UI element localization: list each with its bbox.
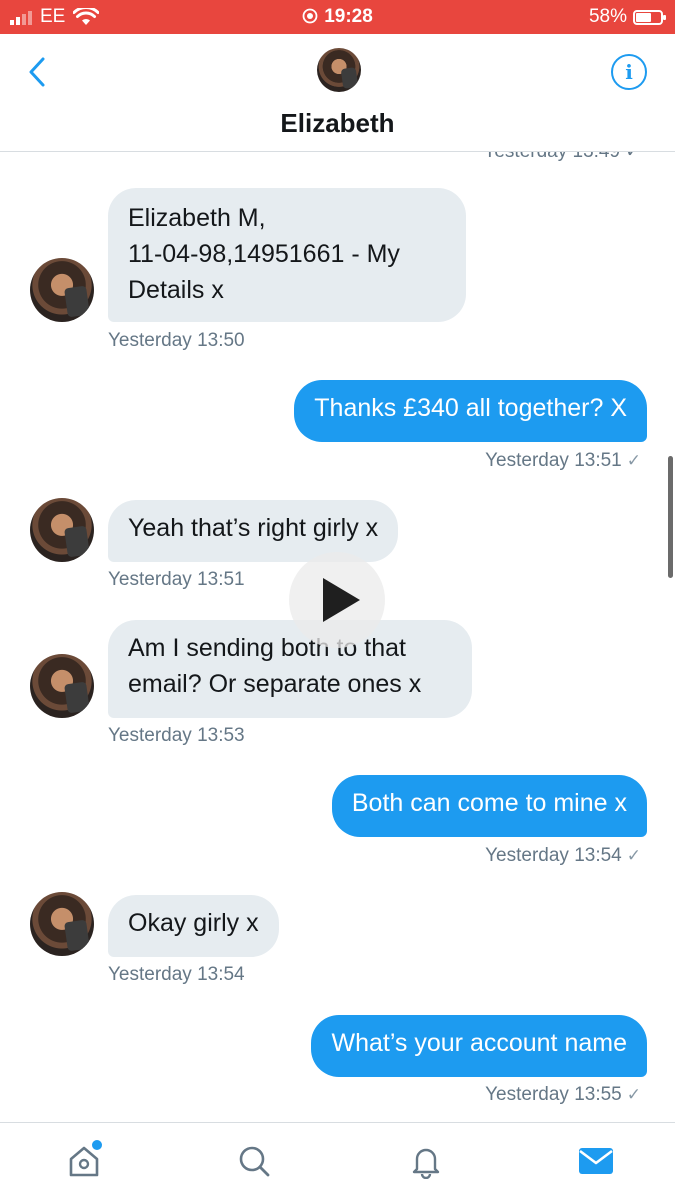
bottom-tab-bar bbox=[0, 1122, 675, 1200]
message-timestamp: Yesterday 13:55 ✓ bbox=[485, 1084, 641, 1105]
message-timestamp: Yesterday 13:54 ✓ bbox=[485, 845, 641, 866]
battery-percent: 58% bbox=[588, 6, 627, 27]
message-bubble-outgoing[interactable]: What’s your account name bbox=[311, 1015, 647, 1077]
message-text-line: Details x bbox=[128, 276, 224, 304]
sender-avatar[interactable] bbox=[30, 498, 94, 562]
play-button[interactable] bbox=[289, 552, 385, 648]
message-timestamp: Yesterday 13:51 ✓ bbox=[485, 450, 641, 471]
message-text: Okay girly x bbox=[128, 909, 259, 937]
message-text-line: Elizabeth M, bbox=[128, 204, 266, 232]
message-text-line: Am I sending both to that bbox=[128, 634, 406, 662]
message-text: Both can come to mine x bbox=[351, 789, 627, 817]
message-text: What’s your account name bbox=[331, 1029, 627, 1057]
message-text-line: email? Or separate ones x bbox=[128, 670, 422, 698]
back-button[interactable] bbox=[20, 52, 54, 92]
conversation-header: Elizabeth i bbox=[0, 34, 675, 152]
message-timestamp: Yesterday 13:50 bbox=[108, 330, 245, 351]
info-button[interactable]: i bbox=[611, 54, 647, 90]
play-icon bbox=[323, 578, 360, 622]
message-timestamp: Yesterday 13:51 bbox=[108, 569, 245, 590]
sender-avatar[interactable] bbox=[30, 892, 94, 956]
message-text: Thanks £340 all together? X bbox=[314, 394, 627, 422]
status-center: 19:28 bbox=[0, 6, 675, 28]
sender-avatar[interactable] bbox=[30, 654, 94, 718]
checkmark-icon: ✓ bbox=[626, 846, 641, 865]
message-bubble-incoming[interactable]: Elizabeth M, 11-04-98,14951661 - My Deta… bbox=[108, 188, 466, 322]
recording-icon bbox=[302, 8, 318, 24]
contact-avatar[interactable] bbox=[317, 48, 361, 92]
message-text-line: 11-04-98,14951661 - My bbox=[128, 240, 400, 268]
chevron-left-icon bbox=[29, 57, 45, 87]
message-timestamp: Yesterday 13:49✓ bbox=[483, 152, 641, 163]
status-bar: EE 19:28 58% bbox=[0, 0, 675, 34]
checkmark-icon: ✓ bbox=[625, 152, 641, 162]
message-timestamp: Yesterday 13:54 bbox=[108, 964, 245, 985]
search-icon bbox=[239, 1146, 270, 1177]
message-text: Yeah that’s right girly x bbox=[128, 514, 379, 542]
message-bubble-outgoing[interactable]: Both can come to mine x bbox=[331, 775, 647, 837]
contact-name: Elizabeth bbox=[280, 108, 395, 138]
tab-messages[interactable] bbox=[574, 1139, 618, 1183]
checkmark-icon: ✓ bbox=[626, 1085, 641, 1104]
clock: 19:28 bbox=[324, 6, 373, 27]
bell-icon bbox=[412, 1148, 440, 1179]
mail-icon bbox=[579, 1148, 613, 1174]
battery-icon bbox=[633, 9, 666, 25]
message-bubble-incoming[interactable]: Am I sending both to that email? Or sepa… bbox=[108, 620, 472, 718]
checkmark-icon: ✓ bbox=[626, 451, 641, 470]
notification-dot bbox=[92, 1140, 102, 1150]
app-frame: EE 19:28 58% Elizabeth i Elizabeth M, 11… bbox=[0, 0, 675, 1200]
message-timestamp: Yesterday 13:53 bbox=[108, 725, 245, 746]
info-icon: i bbox=[625, 60, 633, 84]
message-bubble-incoming[interactable]: Yeah that’s right girly x bbox=[108, 500, 399, 562]
status-right: 58% bbox=[588, 6, 666, 28]
tab-notifications[interactable] bbox=[404, 1139, 448, 1183]
message-bubble-outgoing[interactable]: Thanks £340 all together? X bbox=[294, 380, 647, 442]
message-bubble-incoming[interactable]: Okay girly x bbox=[108, 895, 279, 957]
tab-search[interactable] bbox=[232, 1139, 276, 1183]
sender-avatar[interactable] bbox=[30, 258, 94, 322]
tab-home[interactable] bbox=[62, 1139, 106, 1183]
scrollbar[interactable] bbox=[668, 456, 673, 578]
